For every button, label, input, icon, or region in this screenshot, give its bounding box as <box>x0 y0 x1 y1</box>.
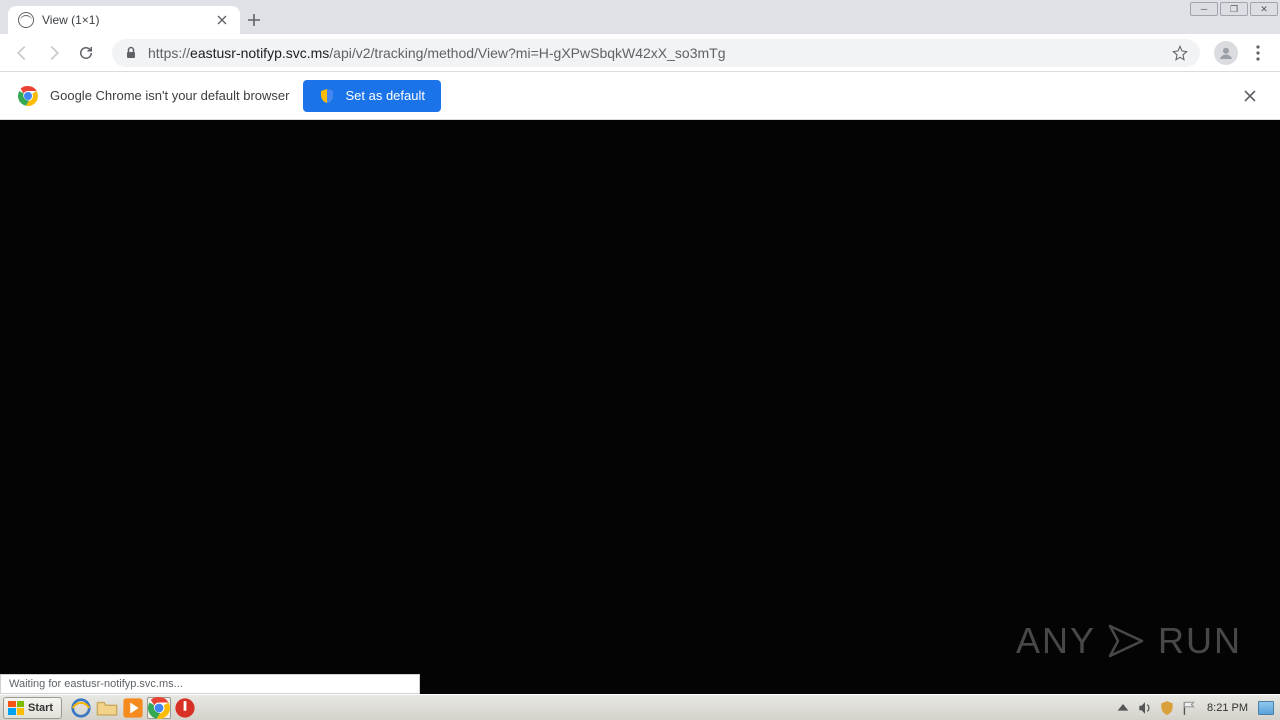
lock-icon <box>124 46 138 60</box>
tray-shield-icon[interactable] <box>1159 700 1175 716</box>
browser-tab[interactable]: View (1×1) <box>8 6 240 34</box>
reload-button[interactable] <box>72 39 100 67</box>
globe-icon <box>18 12 34 28</box>
tray-flag-icon[interactable] <box>1181 700 1197 716</box>
bookmark-star-icon[interactable] <box>1172 45 1188 61</box>
taskbar-clock[interactable]: 8:21 PM <box>1203 702 1252 714</box>
window-minimize-button[interactable]: ─ <box>1190 2 1218 16</box>
taskbar-explorer-icon[interactable] <box>95 697 119 719</box>
anyrun-watermark: ANY RUN <box>1016 618 1242 664</box>
back-button[interactable] <box>8 39 36 67</box>
windows-logo-icon <box>8 701 24 715</box>
profile-avatar[interactable] <box>1212 39 1240 67</box>
system-tray: 8:21 PM <box>1115 700 1280 716</box>
tray-volume-icon[interactable] <box>1137 700 1153 716</box>
start-label: Start <box>28 702 53 714</box>
tab-strip: View (1×1) <box>0 0 1280 34</box>
new-tab-button[interactable] <box>240 6 268 34</box>
tab-close-button[interactable] <box>214 12 230 28</box>
taskbar-chrome-icon[interactable] <box>147 697 171 719</box>
shield-icon <box>319 88 335 104</box>
play-icon <box>1104 618 1150 664</box>
tray-chevron-icon[interactable] <box>1115 700 1131 716</box>
status-text: Waiting for eastusr-notifyp.svc.ms... <box>9 678 183 690</box>
page-content <box>0 120 1280 694</box>
windows-taskbar: Start 8:21 PM <box>0 694 1280 720</box>
window-maximize-button[interactable]: ❐ <box>1220 2 1248 16</box>
forward-button[interactable] <box>40 39 68 67</box>
show-desktop-button[interactable] <box>1258 701 1274 715</box>
default-browser-infobar: Google Chrome isn't your default browser… <box>0 72 1280 120</box>
set-as-default-label: Set as default <box>345 88 425 103</box>
window-close-button[interactable]: ✕ <box>1250 2 1278 16</box>
set-as-default-button[interactable]: Set as default <box>303 80 441 112</box>
start-button[interactable]: Start <box>3 697 62 719</box>
taskbar-app-icon[interactable] <box>173 697 197 719</box>
taskbar-ie-icon[interactable] <box>69 697 93 719</box>
url-text: https://eastusr-notifyp.svc.ms/api/v2/tr… <box>148 45 726 61</box>
taskbar-media-icon[interactable] <box>121 697 145 719</box>
infobar-message: Google Chrome isn't your default browser <box>50 88 289 103</box>
chrome-icon <box>18 86 38 106</box>
chrome-menu-button[interactable] <box>1244 39 1272 67</box>
tab-title: View (1×1) <box>42 13 214 27</box>
status-bar: Waiting for eastusr-notifyp.svc.ms... <box>0 674 420 694</box>
infobar-close-button[interactable] <box>1238 84 1262 108</box>
address-bar[interactable]: https://eastusr-notifyp.svc.ms/api/v2/tr… <box>112 39 1200 67</box>
browser-toolbar: https://eastusr-notifyp.svc.ms/api/v2/tr… <box>0 34 1280 72</box>
